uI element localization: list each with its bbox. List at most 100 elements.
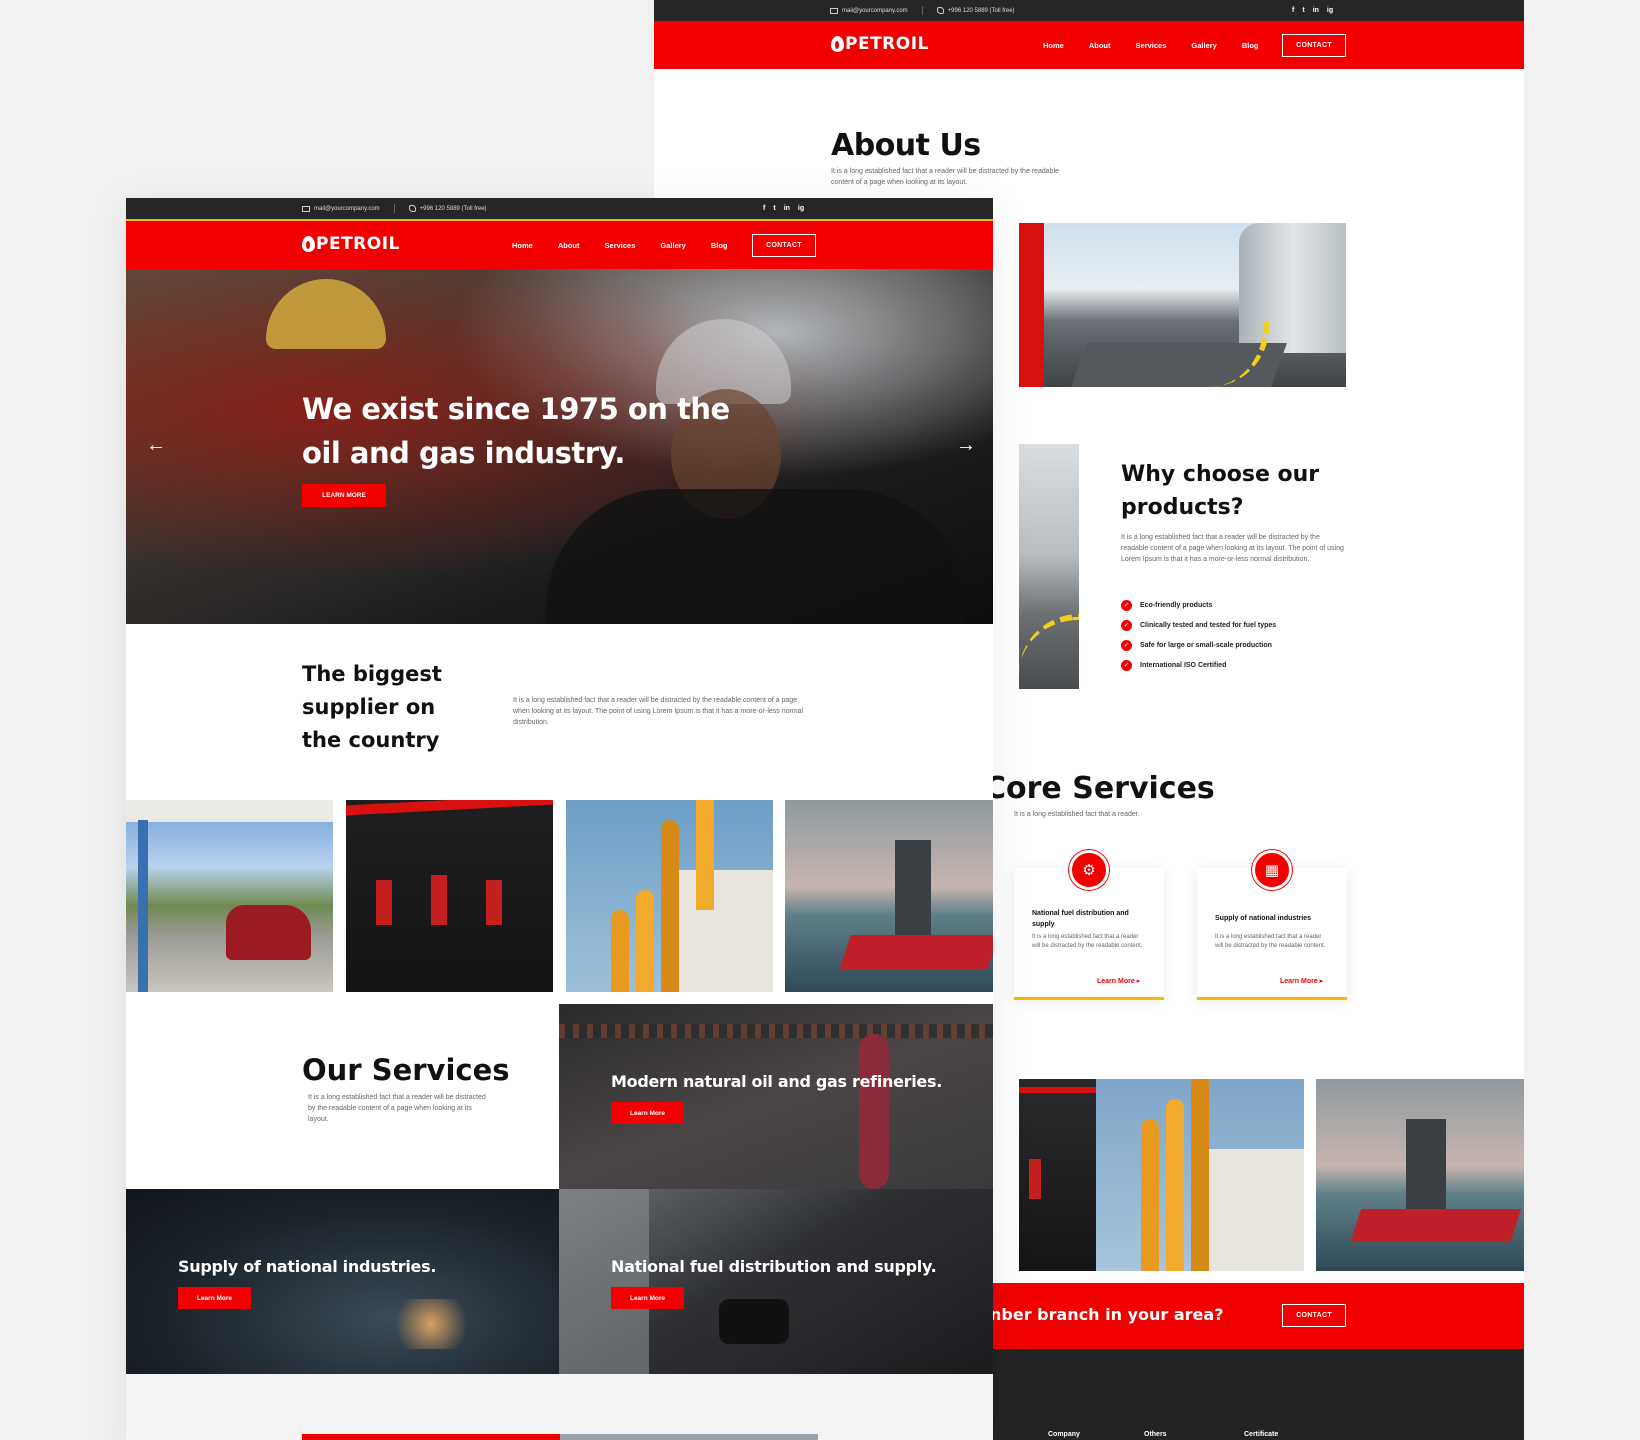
check-icon: ✓ [1121,639,1132,651]
linkedin-icon[interactable]: in [784,205,790,212]
topbar-phone[interactable]: +996 120 5889 (Toll free) [408,205,487,212]
check-icon: ✓ [1121,619,1132,631]
topbar-divider [921,6,923,15]
pillar-shape [138,820,148,992]
check-icon: ✓ [1121,599,1132,611]
our-services-title: Our Services [302,1053,510,1087]
pump-shape [486,880,502,925]
feature-item: ✓ Eco-friendly products [1121,595,1276,615]
nav-blog[interactable]: Blog [711,241,728,250]
tank-road-image [1019,444,1079,689]
prev-arrow-icon[interactable]: ← [146,434,166,457]
main-nav: Home About Services Gallery Blog [512,221,728,269]
core-services-subtitle: It is a long established fact that a rea… [1014,811,1140,818]
main-nav: Home About Services Gallery Blog [1043,21,1259,69]
about-topbar: mail@yourcompany.com +996 120 5889 (Toll… [654,0,1524,21]
logo[interactable]: PETROIL [302,234,400,254]
industries-service-tile[interactable]: Supply of national industries. Learn Mor… [126,1189,559,1374]
contact-button[interactable]: CONTACT [1282,34,1346,57]
building-shape [676,870,773,992]
learn-more-button[interactable]: LEARN MORE [302,484,386,507]
rig-shape [1406,1119,1446,1219]
about-header: PETROIL Home About Services Gallery Blog… [654,21,1524,69]
nav-gallery[interactable]: Gallery [1191,41,1216,50]
cta-text: nber branch in your area? [990,1305,1224,1324]
home-header: PETROIL Home About Services Gallery Blog… [126,221,993,269]
pipe-shape [1141,1119,1159,1271]
red-strip [302,1434,560,1440]
next-section-preview [126,1374,993,1440]
industry-icon: ▦ [1252,850,1292,890]
fuel-nozzle-shape [719,1299,789,1344]
refinery-road-image [1019,223,1346,387]
linkedin-icon[interactable]: in [1313,7,1319,14]
feature-item: ✓ Safe for large or small-scale productio… [1121,635,1276,655]
hero-slider: ← → We exist since 1975 on the oil and g… [126,269,993,624]
pipe-shape [1191,1079,1209,1271]
intro-title: The biggest supplier on the country [302,662,442,752]
canopy-light [1019,1087,1096,1093]
nav-home[interactable]: Home [1043,41,1064,50]
pipes-building-image [566,800,773,992]
topbar-email[interactable]: mail@yourcompany.com [830,7,908,14]
pipe-shape [1166,1099,1184,1271]
topbar-email[interactable]: mail@yourcompany.com [302,205,380,212]
service-card[interactable]: ⚙ National fuel distribution and supply … [1014,850,1164,1000]
intro-text: It is a long established fact that a rea… [513,697,804,726]
pump-shape [376,880,392,925]
pipe-shape [696,800,714,910]
facebook-icon[interactable]: f [1292,7,1294,14]
rig-shape [895,840,931,940]
twitter-icon[interactable]: t [773,205,775,212]
hero-title: We exist since 1975 on the oil and gas i… [302,392,730,470]
topbar-phone[interactable]: +996 120 5889 (Toll free) [936,7,1015,14]
why-title: Why choose our products? [1121,462,1320,520]
facebook-icon[interactable]: f [763,205,765,212]
pump-shape [431,875,447,925]
cta-contact-button[interactable]: CONTACT [1282,1304,1346,1327]
phone-icon [408,205,416,212]
service-card[interactable]: ▦ Supply of national industries It is a … [1197,850,1347,1000]
fuel-distribution-service-tile[interactable]: National fuel distribution and supply. L… [559,1189,993,1374]
footer-col-others: Others [1144,1431,1167,1438]
ship-hull-shape [839,935,993,970]
nav-services[interactable]: Services [605,241,636,250]
pipe-shape [611,910,629,992]
building-shape [1206,1149,1304,1271]
logo[interactable]: PETROIL [831,34,929,54]
instagram-icon[interactable]: ig [1327,7,1333,14]
worker-shape [546,489,966,624]
contact-button[interactable]: CONTACT [752,234,816,257]
offshore-ship-image [785,800,993,992]
mail-icon [830,7,838,14]
nav-home[interactable]: Home [512,241,533,250]
footer-col-company: Company [1048,1431,1080,1438]
twitter-icon[interactable]: t [1302,7,1304,14]
instagram-icon[interactable]: ig [798,205,804,212]
refinery-service-tile[interactable]: Modern natural oil and gas refineries. L… [559,1004,993,1189]
learn-more-link[interactable]: Learn More ▸ [1097,977,1140,985]
offshore-ship-image [1316,1079,1524,1271]
pipe-shape [859,1034,889,1189]
pipe-shape [661,820,679,992]
sparks-shape [386,1299,476,1349]
nav-about[interactable]: About [1089,41,1111,50]
check-icon: ✓ [1121,659,1132,671]
learn-more-button[interactable]: Learn More [611,1287,684,1309]
nav-blog[interactable]: Blog [1242,41,1259,50]
footer-col-certificate: Certificate [1244,1431,1279,1438]
learn-more-button[interactable]: Learn More [611,1102,684,1124]
next-arrow-icon[interactable]: → [956,434,976,457]
factory-icon: ⚙ [1069,850,1109,890]
feature-item: ✓ International ISO Certified [1121,655,1276,675]
phone-icon [936,7,944,14]
home-page-mockup: mail@yourcompany.com +996 120 5889 (Toll… [126,198,993,1440]
nav-services[interactable]: Services [1136,41,1167,50]
pipes-building-image [1096,1079,1304,1271]
nav-about[interactable]: About [558,241,580,250]
learn-more-button[interactable]: Learn More [178,1287,251,1309]
learn-more-link[interactable]: Learn More ▸ [1280,977,1323,985]
core-services-title: Core Services [984,771,1215,806]
nav-gallery[interactable]: Gallery [660,241,685,250]
mail-icon [302,205,310,212]
